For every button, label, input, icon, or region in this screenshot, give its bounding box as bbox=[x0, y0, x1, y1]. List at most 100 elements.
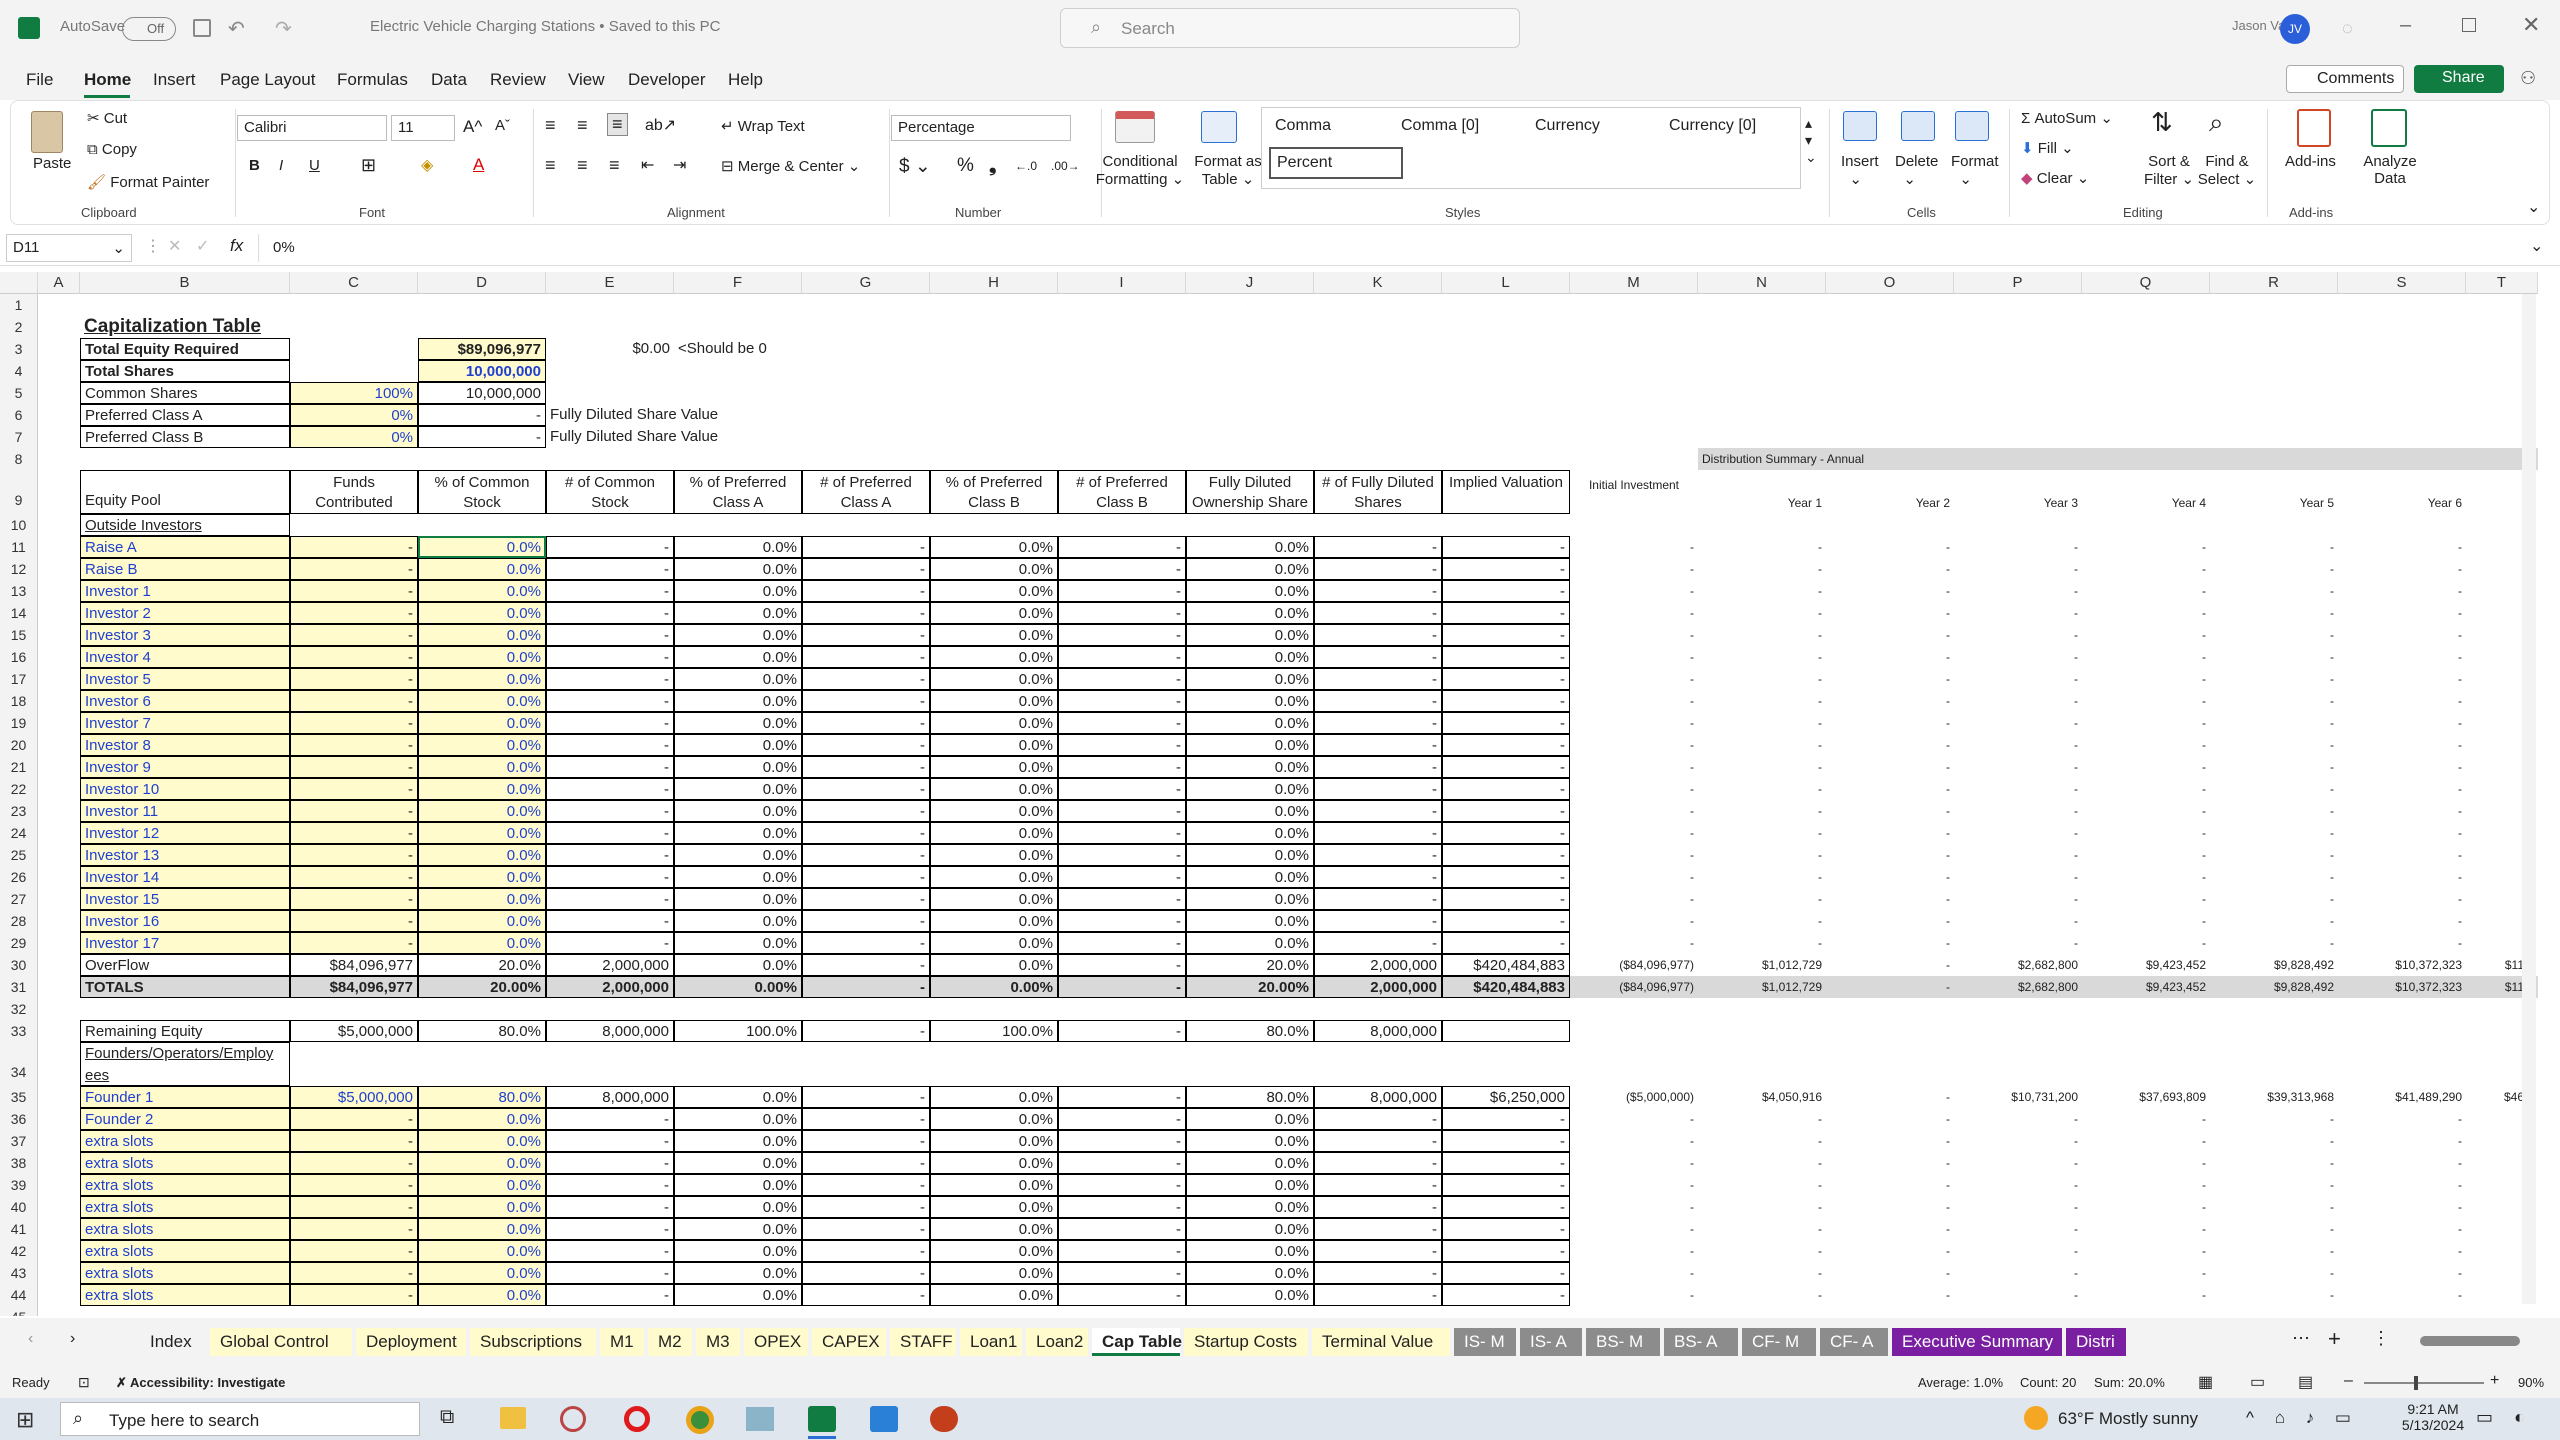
investor-value[interactable]: - bbox=[1058, 602, 1186, 624]
investor-value[interactable]: - bbox=[802, 822, 930, 844]
row-header[interactable]: 45 bbox=[0, 1306, 38, 1316]
format-cells-button[interactable]: Format ⌄ bbox=[1951, 153, 1999, 188]
slot-value[interactable]: - bbox=[1058, 1108, 1186, 1130]
investor-value[interactable]: - bbox=[1442, 888, 1570, 910]
pct-r7[interactable]: 0% bbox=[290, 426, 418, 448]
investor-label[interactable]: Raise B bbox=[80, 558, 290, 580]
distribution-value[interactable]: - bbox=[2082, 1196, 2210, 1218]
investor-label[interactable]: Raise A bbox=[80, 536, 290, 558]
totals-value[interactable]: 20.00% bbox=[1186, 976, 1314, 998]
decrease-indent-icon[interactable]: ⇤ bbox=[641, 155, 654, 175]
investor-value[interactable]: - bbox=[802, 910, 930, 932]
app-icon-2[interactable] bbox=[746, 1407, 774, 1431]
distribution-value[interactable]: - bbox=[1698, 602, 1826, 624]
investor-value[interactable]: 0.0% bbox=[418, 888, 546, 910]
distribution-value[interactable]: - bbox=[2210, 1284, 2338, 1306]
distribution-value[interactable]: - bbox=[1826, 690, 1954, 712]
founder1-distribution[interactable]: $39,313,968 bbox=[2210, 1086, 2338, 1108]
cap-table-title[interactable]: Capitalization Table bbox=[80, 316, 290, 338]
totals-value[interactable]: 2,000,000 bbox=[546, 976, 674, 998]
clear-button[interactable]: ◆ Clear ⌄ bbox=[2021, 169, 2089, 187]
sheet-tab[interactable]: Index bbox=[140, 1328, 206, 1356]
investor-value[interactable]: - bbox=[1314, 866, 1442, 888]
distribution-value[interactable]: - bbox=[1954, 1174, 2082, 1196]
distribution-value[interactable]: - bbox=[1698, 646, 1826, 668]
distribution-value[interactable]: - bbox=[2338, 712, 2466, 734]
investor-value[interactable]: - bbox=[1314, 932, 1442, 954]
value-total-equity[interactable]: $89,096,977 bbox=[418, 338, 546, 360]
investor-value[interactable]: 0.0% bbox=[930, 668, 1058, 690]
investor-value[interactable]: - bbox=[290, 624, 418, 646]
taskbar-search[interactable]: ⌕ Type here to search bbox=[60, 1402, 420, 1436]
distribution-value[interactable]: - bbox=[1570, 646, 1698, 668]
row-header[interactable]: 32 bbox=[0, 998, 38, 1020]
note-r7[interactable]: Fully Diluted Share Value bbox=[546, 426, 802, 448]
investor-value[interactable]: - bbox=[802, 712, 930, 734]
distribution-value[interactable]: - bbox=[1954, 822, 2082, 844]
distribution-value[interactable]: - bbox=[1954, 800, 2082, 822]
slot-value[interactable]: 0.0% bbox=[1186, 1152, 1314, 1174]
increase-indent-icon[interactable]: ⇥ bbox=[673, 155, 686, 175]
remaining-value[interactable]: 100.0% bbox=[674, 1020, 802, 1042]
fill-button[interactable]: ⬇ Fill ⌄ bbox=[2021, 139, 2074, 157]
investor-value[interactable]: - bbox=[802, 932, 930, 954]
distribution-value[interactable]: - bbox=[1570, 1152, 1698, 1174]
investor-value[interactable]: 0.0% bbox=[674, 822, 802, 844]
column-header[interactable]: L bbox=[1442, 272, 1570, 294]
column-header[interactable]: K bbox=[1314, 272, 1442, 294]
app-icon[interactable] bbox=[560, 1406, 586, 1432]
distribution-value[interactable]: - bbox=[2338, 536, 2466, 558]
investor-value[interactable]: 0.0% bbox=[1186, 580, 1314, 602]
overflow-distribution[interactable]: ($84,096,977) bbox=[1570, 954, 1698, 976]
distribution-value[interactable]: - bbox=[1826, 910, 1954, 932]
column-header[interactable]: G bbox=[802, 272, 930, 294]
investor-value[interactable]: - bbox=[1442, 712, 1570, 734]
page-layout-view-icon[interactable]: ▭ bbox=[2250, 1372, 2265, 1392]
distribution-value[interactable]: - bbox=[2082, 778, 2210, 800]
investor-value[interactable]: 0.0% bbox=[418, 558, 546, 580]
totals-distribution[interactable]: - bbox=[1826, 976, 1954, 998]
comments-button[interactable]: Comments bbox=[2286, 65, 2404, 93]
investor-value[interactable]: - bbox=[1442, 580, 1570, 602]
investor-value[interactable]: - bbox=[1442, 668, 1570, 690]
row-header[interactable]: 38 bbox=[0, 1152, 38, 1174]
investor-value[interactable]: - bbox=[1058, 910, 1186, 932]
slot-label[interactable]: Founder 2 bbox=[80, 1108, 290, 1130]
slot-value[interactable]: 0.0% bbox=[1186, 1174, 1314, 1196]
sort-filter-button[interactable]: Sort & Filter ⌄ bbox=[2141, 153, 2197, 188]
conditional-formatting-button[interactable]: Conditional Formatting ⌄ bbox=[1095, 153, 1185, 188]
distribution-value[interactable]: - bbox=[2082, 1262, 2210, 1284]
founder1-value[interactable]: 8,000,000 bbox=[1314, 1086, 1442, 1108]
distribution-value[interactable]: - bbox=[2210, 690, 2338, 712]
delete-cells-button[interactable]: Delete ⌄ bbox=[1895, 153, 1938, 188]
overflow-distribution[interactable]: - bbox=[1826, 954, 1954, 976]
powerpoint-icon[interactable] bbox=[930, 1406, 958, 1432]
slot-label[interactable]: extra slots bbox=[80, 1196, 290, 1218]
slot-value[interactable]: - bbox=[802, 1262, 930, 1284]
slot-value[interactable]: - bbox=[290, 1108, 418, 1130]
slot-value[interactable]: 0.0% bbox=[1186, 1130, 1314, 1152]
menu-insert[interactable]: Insert bbox=[153, 70, 196, 90]
investor-value[interactable]: 0.0% bbox=[1186, 844, 1314, 866]
distribution-value[interactable]: - bbox=[2338, 734, 2466, 756]
fill-color-icon[interactable]: ◈ bbox=[421, 155, 433, 175]
investor-value[interactable]: 0.0% bbox=[674, 646, 802, 668]
row-header[interactable]: 39 bbox=[0, 1174, 38, 1196]
investor-value[interactable]: - bbox=[1314, 580, 1442, 602]
distribution-value[interactable]: - bbox=[2082, 602, 2210, 624]
investor-value[interactable]: 0.0% bbox=[418, 646, 546, 668]
currency-icon[interactable]: $ ⌄ bbox=[899, 155, 931, 178]
investor-value[interactable]: - bbox=[1442, 866, 1570, 888]
analyze-data-button[interactable]: Analyze Data bbox=[2357, 153, 2423, 187]
investor-value[interactable]: - bbox=[290, 580, 418, 602]
pct-r6[interactable]: 0% bbox=[290, 404, 418, 426]
overflow-value[interactable]: 20.0% bbox=[418, 954, 546, 976]
distribution-value[interactable]: - bbox=[1570, 536, 1698, 558]
vertical-scrollbar[interactable] bbox=[2522, 294, 2536, 1304]
column-header[interactable]: F bbox=[674, 272, 802, 294]
distribution-header[interactable]: Year 4 bbox=[2082, 470, 2210, 514]
overflow-distribution[interactable]: $1,012,729 bbox=[1698, 954, 1826, 976]
investor-value[interactable]: - bbox=[1058, 844, 1186, 866]
investor-value[interactable]: - bbox=[802, 624, 930, 646]
value-r6[interactable]: - bbox=[418, 404, 546, 426]
